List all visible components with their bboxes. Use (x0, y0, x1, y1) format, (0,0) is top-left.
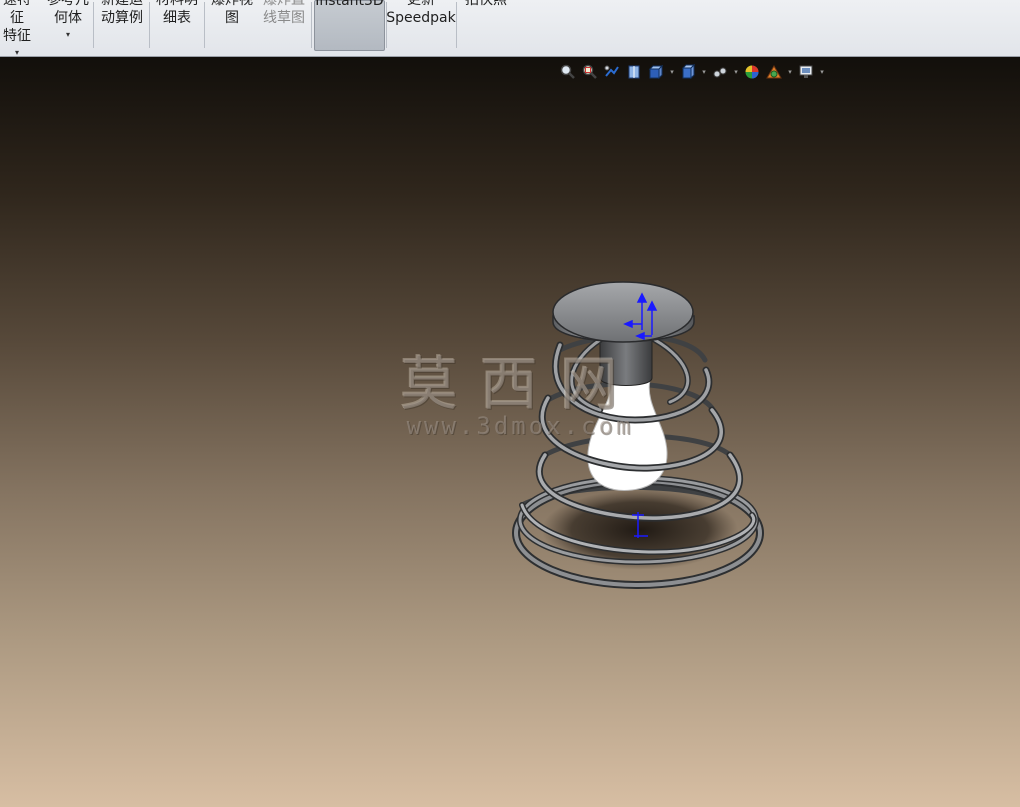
bulb-socket (599, 339, 653, 386)
lamp-cap (552, 281, 695, 343)
lamp-3d-model[interactable] (0, 0, 1020, 807)
light-bulb (587, 379, 668, 491)
